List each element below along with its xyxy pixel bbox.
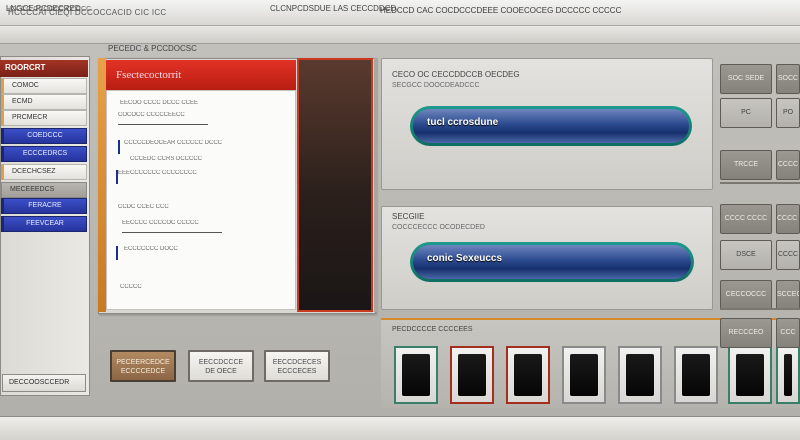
grid-button[interactable]: CCCC (776, 150, 800, 180)
sidebar-item[interactable]: FEEVCEAR (1, 216, 87, 232)
document-rule (122, 232, 222, 233)
document-accent-bar (98, 58, 106, 312)
thumbnail-screen (736, 354, 764, 396)
sidebar-header: ROORCRT (0, 60, 88, 77)
document-line: EECCCC CCCCOC CCCCC (122, 220, 199, 226)
document-rule (118, 124, 208, 125)
grid-button[interactable]: PC (720, 98, 772, 128)
sidebar-item[interactable]: COEDCCC (1, 128, 87, 144)
grid-button[interactable]: TRCCE (720, 150, 772, 180)
document-body[interactable] (106, 90, 296, 310)
document-line: ECCCCCCC DOCC (124, 246, 178, 252)
grid-button[interactable]: DSCE (720, 240, 772, 270)
panel-strip-label: PECEDC & PCCDOCSC (108, 44, 197, 53)
document-header: Fsectecoctorrit (106, 60, 296, 90)
sidebar-item[interactable]: DCECHCSEZ (1, 164, 87, 180)
document-line: COCOCC CCCCCEECC (118, 112, 185, 118)
document-marker (116, 246, 118, 260)
thumbnail-2[interactable] (450, 346, 494, 404)
group-top-subtitle: SECGCC DOOCDEADCCC (392, 82, 480, 89)
thumbnail-6[interactable] (674, 346, 718, 404)
thumbnail-screen (514, 354, 542, 396)
slider-fill-bottom[interactable]: conic Sexeuccs (413, 245, 691, 279)
grid-divider-2 (720, 308, 800, 310)
grid-button[interactable]: CECCOCCC (720, 280, 772, 310)
thumbnail-8[interactable] (776, 346, 800, 404)
document-marker (116, 170, 118, 184)
grid-button[interactable]: SOCC (776, 64, 800, 94)
document-scrollbar[interactable] (374, 58, 378, 312)
group-top-title: CECO OC CECCDDCCB OECDEG (392, 70, 520, 79)
thumbnail-5[interactable] (618, 346, 662, 404)
document-line: EECOO CCCC DCCC CCEE (120, 100, 199, 106)
group-bottom-subtitle: COCCCECCC OCODECDED (392, 224, 485, 231)
sidebar-item[interactable]: FERACRE (1, 198, 87, 214)
grid-button[interactable]: CCCC CCCC (720, 204, 772, 234)
grid-button[interactable]: CCCC EE (776, 204, 800, 234)
thumbnail-1[interactable] (394, 346, 438, 404)
sidebar-footer[interactable]: DECCOOSCCEDR (2, 374, 86, 392)
thumbnail-screen (402, 354, 430, 396)
group-bottom-title: SECGIIE (392, 212, 425, 221)
grid-button[interactable]: CCC (776, 318, 800, 348)
sidebar-item[interactable]: MECEEEDCS (1, 182, 87, 198)
document-marker (118, 140, 120, 154)
document-line: CCDC CCEC CCC (118, 204, 169, 210)
thumbnail-7[interactable] (728, 346, 772, 404)
grid-button[interactable]: CCCC (776, 240, 800, 270)
sidebar-item[interactable]: PRCMECR (1, 110, 87, 126)
thumbnail-4[interactable] (562, 346, 606, 404)
status-main-text: HEDCCD CAC COCDCCCDEEE COOECOCEG DCCCCC … (380, 6, 622, 15)
slider-track-top[interactable]: tucl ccrosdune (410, 106, 692, 146)
status-bar (0, 416, 800, 440)
thumbnail-3[interactable] (506, 346, 550, 404)
thumbnail-screen (570, 354, 598, 396)
thumbnail-screen (784, 354, 792, 396)
sidebar-item[interactable]: ECMD (1, 94, 87, 110)
document-line: CCCCC (120, 284, 142, 290)
action-button-3[interactable]: EECCDCECES ECCCECES (264, 350, 330, 382)
grid-button[interactable]: SCCECC (776, 280, 800, 310)
document-line: EEECCCCCCC CCCCCCCC (118, 170, 197, 176)
thumbnail-screen (626, 354, 654, 396)
action-button-1[interactable]: PECEERCEDCE ECCCCEDCE (110, 350, 176, 382)
slider-fill-top[interactable]: tucl ccrosdune (413, 109, 689, 143)
sidebar-item[interactable]: COMOC (1, 78, 87, 94)
thumbnail-screen (682, 354, 710, 396)
sidebar-item[interactable]: ECCCEDRCS (1, 146, 87, 162)
grid-button[interactable]: PO (776, 98, 800, 128)
slider-track-bottom[interactable]: conic Sexeuccs (410, 242, 694, 282)
action-button-2[interactable]: EECCDCCCE DE OECE (188, 350, 254, 382)
document-line: CCCEDC CCRS DCCCCC (130, 156, 202, 162)
grid-button[interactable]: RECCCEO (720, 318, 772, 348)
menu-bar (0, 26, 800, 44)
document-preview-pane (297, 58, 373, 312)
document-line: CCCCCDEOCEAR CCCCCC DCCC (124, 140, 223, 146)
thumbnail-strip-label: PECDCCCCE CCCCEES (392, 326, 473, 333)
grid-button[interactable]: SOC SEDE (720, 64, 772, 94)
menu-item-2[interactable]: CLCNPCDSDUE LAS CECCDDCD (270, 4, 396, 13)
status-left-text: HCCCC CCOCCC CCCCC (6, 6, 92, 13)
thumbnail-screen (458, 354, 486, 396)
grid-divider-1 (720, 182, 800, 184)
